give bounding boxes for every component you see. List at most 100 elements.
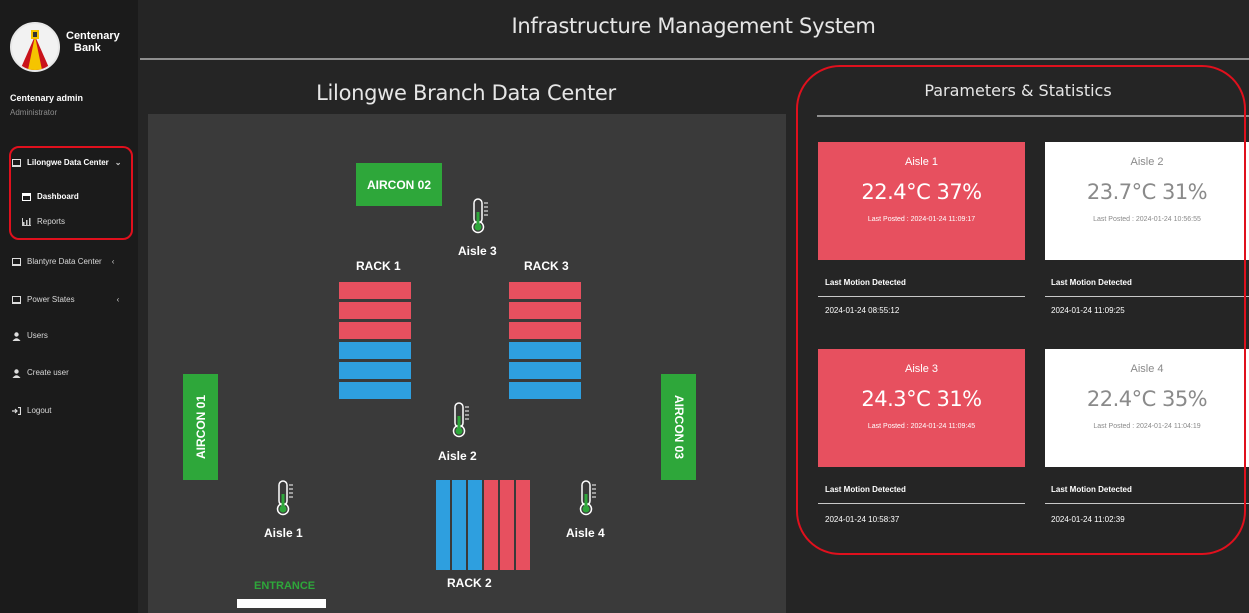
rack-unit [436,480,450,570]
chevron-left-icon: ‹ [116,295,120,304]
rack-unit [339,322,411,339]
sidebar: Centenary Bank Centenary admin Administr… [0,0,138,613]
thermometer-icon[interactable] [577,480,597,516]
card-aisle-name: Aisle 4 [1130,363,1164,375]
page-title: Lilongwe Branch Data Center [316,81,616,105]
rack-label: RACK 2 [447,576,492,590]
motion-time: 2024-01-24 10:58:37 [825,515,900,524]
rack-label: RACK 3 [524,259,569,273]
rack-unit [339,362,411,379]
rack-unit [500,480,514,570]
aircon-label: AIRCON 02 [366,177,431,192]
rack-unit [509,302,581,319]
card-last-posted: Last Posted : 2024-01-24 11:04:19 [1093,423,1201,430]
sidebar-item-label: Blantyre Data Center [27,257,102,266]
sidebar-item-logout[interactable]: Logout [12,406,51,415]
rack-1[interactable] [339,282,411,402]
sidebar-item-label: Power States [27,295,75,304]
user-role: Administrator [10,108,58,117]
rack-unit [452,480,466,570]
logo-text-line2: Bank [74,42,101,54]
motion-label: Last Motion Detected [825,485,906,494]
rack-unit [509,382,581,399]
user-name: Centenary admin [10,93,84,103]
bank-logo[interactable]: Centenary Bank [10,22,128,74]
rack-label: RACK 1 [356,259,401,273]
rack-2[interactable] [436,480,530,570]
user-icon [12,331,21,341]
aircon-01[interactable]: AIRCON 01 [183,374,218,480]
app-window: Centenary Bank Centenary admin Administr… [0,0,1249,613]
rack-unit [516,480,530,570]
motion-label: Last Motion Detected [1051,485,1132,494]
highlight-annotation-sidebar [9,146,133,240]
sidebar-item-blantyre-data-center[interactable]: Blantyre Data Center ‹ [12,257,114,266]
app-title: Infrastructure Management System [511,14,876,38]
chevron-left-icon: ‹ [111,257,115,266]
parameters-statistics-panel: Parameters & Statistics Aisle 1 22.4°C 3… [795,65,1249,613]
user-icon [12,368,21,378]
logo-emblem [10,22,60,72]
motion-time: 2024-01-24 11:02:39 [1051,515,1125,524]
rack-unit [339,282,411,299]
aisle-card-1[interactable]: Aisle 1 22.4°C 37% Last Posted : 2024-01… [818,142,1025,260]
sidebar-item-users[interactable]: Users [12,331,48,341]
monitor-icon [12,257,21,266]
rack-unit [509,282,581,299]
data-center-floor-map: AIRCON 02 AIRCON 01 AIRCON 03 RACK 1 RAC… [148,114,786,613]
sidebar-item-power-states[interactable]: Power States ‹ [12,295,119,304]
aisle-card-4[interactable]: Aisle 4 22.4°C 35% Last Posted : 2024-01… [1045,349,1249,467]
rack-unit [509,342,581,359]
aisle-card-2[interactable]: Aisle 2 23.7°C 31% Last Posted : 2024-01… [1045,142,1249,260]
card-last-posted: Last Posted : 2024-01-24 11:09:45 [867,423,976,430]
card-last-posted: Last Posted : 2024-01-24 11:09:17 [867,216,976,223]
card-aisle-name: Aisle 1 [904,156,939,168]
rack-unit [339,302,411,319]
stats-title: Parameters & Statistics [924,81,1112,100]
card-aisle-name: Aisle 2 [1130,156,1164,168]
monitor-icon [12,295,21,304]
logout-icon [12,406,22,415]
card-reading: 23.7°C 31% [1086,180,1208,204]
motion-divider [1045,296,1249,297]
aircon-03[interactable]: AIRCON 03 [661,374,696,480]
aircon-label: AIRCON 03 [671,394,686,460]
rack-unit [509,322,581,339]
motion-time: 2024-01-24 08:55:12 [825,306,900,315]
card-last-posted: Last Posted : 2024-01-24 10:56:55 [1093,216,1201,223]
card-reading: 22.4°C 37% [861,180,982,204]
aisle-card-3[interactable]: Aisle 3 24.3°C 31% Last Posted : 2024-01… [818,349,1025,467]
rack-unit [484,480,498,570]
sidebar-item-create-user[interactable]: Create user [12,368,69,378]
aisle-label: Aisle 1 [264,526,303,540]
aircon-02[interactable]: AIRCON 02 [356,163,442,206]
card-reading: 24.3°C 31% [861,387,982,411]
stats-divider [817,115,1249,117]
aisle-label: Aisle 2 [438,449,477,463]
sidebar-item-label: Create user [27,368,69,377]
rack-3[interactable] [509,282,581,402]
rack-unit [339,342,411,359]
motion-divider [1045,503,1249,504]
logo-text-line1: Centenary [66,30,120,42]
rack-unit [339,382,411,399]
header-divider [140,58,1249,60]
aisle-label: Aisle 3 [458,244,497,258]
rack-unit [468,480,482,570]
entrance-label: ENTRANCE [254,580,316,592]
thermometer-icon[interactable] [450,402,470,438]
aircon-label: AIRCON 01 [193,394,208,460]
motion-label: Last Motion Detected [1051,278,1132,287]
rack-unit [509,362,581,379]
sidebar-item-label: Users [27,331,48,340]
motion-label: Last Motion Detected [825,278,906,287]
entrance-door [237,599,326,608]
thermometer-icon[interactable] [274,480,294,516]
thermometer-icon[interactable] [469,198,489,234]
aisle-label: Aisle 4 [566,526,605,540]
sidebar-item-label: Logout [27,406,52,415]
motion-divider [818,296,1025,297]
motion-divider [818,503,1025,504]
card-reading: 22.4°C 35% [1086,387,1208,411]
card-aisle-name: Aisle 3 [904,363,939,375]
